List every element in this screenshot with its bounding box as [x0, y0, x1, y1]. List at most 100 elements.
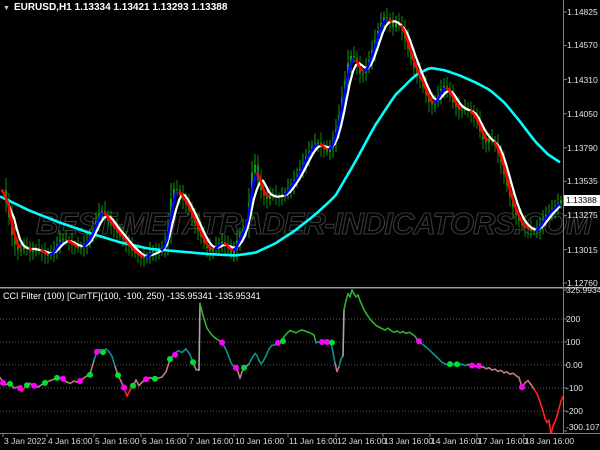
price-tick-label: 1.13275	[567, 210, 598, 220]
time-tick-label: 7 Jan 16:00	[189, 436, 234, 446]
cci-line-segment	[198, 302, 201, 371]
cci-line-segment	[111, 355, 116, 367]
cci-line-segment	[206, 327, 212, 335]
cci-line-segment	[108, 350, 113, 358]
signal-dot	[60, 375, 66, 382]
candles	[5, 7, 562, 267]
cci-line-segment	[560, 395, 563, 403]
indicator-tick-label: 100	[566, 337, 581, 347]
time-tick-label: 4 Jan 16:00	[48, 436, 93, 446]
cci-line-segment	[185, 348, 191, 356]
signal-dot	[329, 339, 335, 346]
signal-dot	[219, 339, 225, 346]
signal-dot	[416, 338, 422, 345]
cci-line-segment	[262, 354, 267, 363]
mt4-chart-window: BEST-METATRADER-INDICATORS.COM ▼ EURUSD,H…	[0, 0, 600, 450]
cci-line-segment	[332, 351, 336, 365]
cci-line-segment	[345, 292, 349, 302]
symbol-ohlc-text: EURUSD,H1 1.13334 1.13421 1.13293 1.1338…	[13, 2, 228, 13]
ma-fast-colored-segment	[28, 247, 33, 252]
price-tick-label: 1.14570	[567, 40, 598, 50]
signal-dot	[87, 371, 93, 378]
signal-dot	[31, 382, 37, 389]
cci-line-segment	[539, 400, 544, 412]
cci-line-segment	[210, 333, 216, 339]
signal-dot	[24, 382, 30, 389]
price-tick-label: 1.14825	[567, 7, 598, 17]
chart-canvas[interactable]	[0, 0, 600, 450]
cci-line-segment	[224, 346, 229, 356]
signal-dot	[115, 372, 121, 379]
cci-line-segment	[550, 424, 554, 433]
time-tick-label: 18 Jan 16:00	[525, 436, 575, 446]
time-tick-label: 11 Jan 16:00	[289, 436, 338, 446]
signal-dot	[469, 362, 475, 369]
signal-dot	[0, 379, 6, 386]
signal-dot	[454, 361, 460, 368]
signal-dot	[233, 364, 239, 371]
signal-dot	[54, 374, 60, 381]
chevron-down-icon[interactable]: ▼	[3, 5, 10, 12]
ma-fast-colored-segment	[535, 202, 561, 232]
signal-dot	[121, 384, 127, 391]
signal-dot	[152, 375, 158, 382]
cci-line-segment	[126, 389, 131, 397]
signal-dot	[17, 385, 23, 391]
signal-dot	[447, 361, 453, 368]
signal-dot	[77, 378, 83, 385]
time-tick-label: 12 Jan 16:00	[337, 436, 387, 446]
signal-dot	[100, 349, 106, 356]
ma-fast-colored-segment	[469, 109, 489, 142]
signal-dot	[130, 382, 136, 389]
signal-dot	[172, 351, 178, 358]
current-price-box: 1.13388	[564, 195, 600, 206]
time-tick-label: 10 Jan 16:00	[235, 436, 285, 446]
cci-line-segment	[239, 371, 243, 380]
time-tick-label: 13 Jan 16:00	[384, 436, 434, 446]
time-tick-label: 6 Jan 16:00	[142, 436, 187, 446]
cci-line-segment	[265, 348, 270, 357]
signal-dot	[190, 359, 196, 366]
indicator-tick-label: -300.10715	[566, 422, 600, 432]
cci-line-segment	[342, 308, 345, 357]
cci-line-segment	[227, 353, 232, 364]
cci-line-segment	[248, 357, 253, 365]
indicator-tick-label: 200	[566, 314, 581, 324]
indicator-tick-label: -200	[566, 406, 584, 416]
ma-fast-white-line	[1, 20, 561, 257]
cci-line-segment	[161, 371, 167, 378]
cci-line-segment	[202, 314, 208, 330]
signal-dot	[241, 364, 247, 371]
cci-line-segment	[313, 334, 317, 344]
cci-line-segment	[357, 294, 361, 302]
signal-dot	[42, 379, 48, 386]
ma-slow-line	[0, 66, 561, 257]
time-tick-label: 17 Jan 16:00	[478, 436, 528, 446]
cci-line-segment	[135, 379, 140, 387]
time-tick-label: 5 Jan 16:00	[95, 436, 140, 446]
price-tick-label: 1.13790	[567, 143, 598, 153]
indicator-tick-label: 325.99348	[566, 285, 600, 295]
price-tick-label: 1.13535	[567, 176, 598, 186]
time-tick-label: 14 Jan 16:00	[431, 436, 481, 446]
price-tick-label: 1.13015	[567, 245, 598, 255]
cci-line-segment	[338, 358, 342, 368]
time-tick-label: 3 Jan 2022	[4, 436, 47, 446]
signal-dot	[519, 384, 525, 391]
signal-dot	[7, 380, 13, 387]
cci-line-segment	[256, 354, 260, 362]
cci-line-segment	[558, 400, 562, 410]
price-tick-label: 1.14050	[567, 109, 598, 119]
cci-line-segment	[343, 299, 347, 311]
symbol-ohlc-label: ▼ EURUSD,H1 1.13334 1.13421 1.13293 1.133…	[3, 3, 227, 14]
cci-line-segment	[251, 352, 256, 359]
ma-fast-colored-segment	[363, 18, 388, 73]
cci-line-segment	[554, 415, 558, 423]
signal-dot	[167, 356, 173, 362]
price-tick-label: 1.14310	[567, 75, 598, 85]
ma-fast-colored-segment	[283, 143, 318, 197]
indicator-tick-label: 0.00	[566, 360, 583, 370]
signal-dot	[280, 338, 286, 345]
cci-line-segment	[556, 407, 560, 417]
cci-line-segment	[536, 392, 541, 403]
